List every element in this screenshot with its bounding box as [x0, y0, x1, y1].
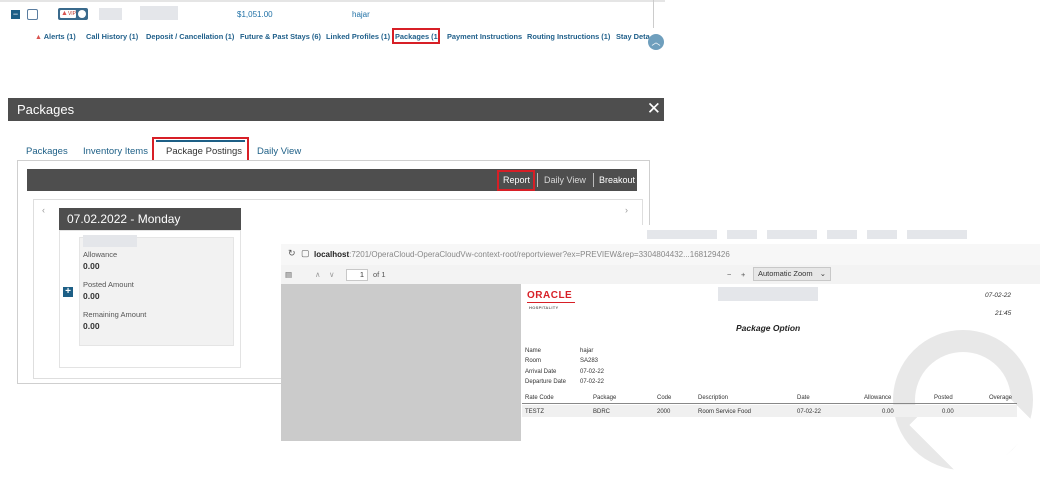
zoom-select[interactable]: Automatic Zoom ⌄ — [753, 267, 831, 281]
column-header: Posted — [934, 395, 953, 401]
tab-future-past-stays[interactable]: Future & Past Stays (6) — [240, 32, 321, 41]
table-cell: 0.00 — [882, 409, 894, 415]
field-label: Room — [525, 358, 542, 364]
table-cell: Room Service Food — [698, 409, 752, 415]
sidebar-toggle-icon[interactable]: ▤ — [285, 270, 292, 279]
allowance-label: Allowance — [83, 250, 118, 259]
info-icon — [78, 10, 86, 18]
table-cell: 2000 — [657, 409, 671, 415]
tab-inventory-items[interactable]: Inventory Items — [83, 146, 148, 157]
table-cell: TESTZ — [525, 409, 544, 415]
date-label: 07.02.2022 - Monday — [67, 212, 181, 226]
tab-routing-instructions[interactable]: Routing Instructions (1) — [527, 32, 610, 41]
redacted-field — [727, 230, 757, 239]
table-cell: 0.00 — [942, 409, 954, 415]
row-checkbox[interactable] — [27, 9, 38, 20]
url-text[interactable]: localhost:7201/OperaCloud-OperaCloudVw-c… — [314, 250, 730, 259]
posted-amount-value: 0.00 — [83, 291, 100, 301]
guest-name[interactable]: hajar — [352, 10, 370, 19]
chevron-right-icon[interactable]: › — [625, 205, 628, 215]
date-header: 07.02.2022 - Monday — [59, 208, 241, 230]
report-title: Package Option — [736, 323, 801, 333]
reload-icon[interactable]: ↻ — [288, 248, 296, 259]
alert-icon: ▲VIP — [60, 10, 76, 18]
zoom-out-icon[interactable]: − — [727, 270, 731, 279]
posted-amount-label: Posted Amount — [83, 280, 134, 289]
tab-call-history[interactable]: Call History (1) — [86, 32, 138, 41]
redacted-field — [767, 230, 817, 239]
oracle-logo-subtitle: HOSPITALITY — [529, 305, 559, 310]
browser-tab-bar — [281, 225, 1040, 245]
tab-deposit-cancellation[interactable]: Deposit / Cancellation (1) — [146, 32, 234, 41]
field-label: Name — [525, 348, 542, 354]
remaining-amount-label: Remaining Amount — [83, 310, 147, 319]
highlight-box — [497, 170, 535, 191]
field-value: 07-02-22 — [580, 369, 605, 375]
divider — [653, 0, 654, 28]
pdf-viewer-background — [281, 284, 521, 441]
redacted-field — [99, 8, 122, 20]
redacted-field — [827, 230, 857, 239]
field-value: hajar — [580, 348, 594, 354]
chevron-left-icon[interactable]: ‹ — [42, 205, 45, 215]
tab-stay-details[interactable]: Stay Deta — [616, 32, 650, 41]
tab-payment-instructions[interactable]: Payment Instructions — [447, 32, 522, 41]
next-page-icon[interactable]: ∨ — [329, 270, 335, 279]
column-header: Allowance — [864, 395, 892, 401]
column-header: Overage — [989, 395, 1013, 401]
pdf-toolbar: ▤ ∧ ∨ of 1 − + — [281, 265, 1040, 285]
divider — [0, 0, 665, 2]
column-header: Package — [593, 395, 617, 401]
tab-daily-view[interactable]: Daily View — [257, 146, 301, 157]
remaining-amount-value: 0.00 — [83, 321, 100, 331]
redacted-field — [867, 230, 897, 239]
report-date: 07-02-22 — [985, 292, 1012, 299]
breakout-button[interactable]: Breakout — [599, 175, 635, 185]
reservation-row: − ▲VIP $1,051.00 hajar ▲ Alerts (1) Call… — [0, 0, 665, 50]
vip-badge: ▲VIP — [58, 8, 88, 20]
divider — [522, 403, 1017, 404]
redacted-field — [647, 230, 717, 239]
chevron-up-icon[interactable]: ︿ — [648, 34, 664, 50]
column-header: Date — [797, 395, 810, 401]
tab-linked-profiles[interactable]: Linked Profiles (1) — [326, 32, 390, 41]
previous-page-icon[interactable]: ∧ — [315, 270, 321, 279]
daily-view-button[interactable]: Daily View — [544, 175, 586, 185]
column-header: Rate Code — [525, 395, 554, 401]
page-icon: ▢ — [301, 248, 310, 258]
address-bar: ↻ ▢ localhost:7201/OperaCloud-OperaCloud… — [281, 244, 1040, 266]
redacted-field — [140, 6, 178, 20]
divider — [537, 173, 538, 187]
balance-amount: $1,051.00 — [237, 10, 273, 19]
redacted-field — [718, 287, 818, 301]
tab-packages-list[interactable]: Packages — [26, 146, 68, 157]
field-value: SA283 — [580, 358, 599, 364]
dialog-titlebar: Packages ✕ — [8, 98, 664, 121]
field-label: Arrival Date — [525, 369, 557, 375]
report-time: 21:45 — [995, 310, 1012, 317]
allowance-value: 0.00 — [83, 261, 100, 271]
table-cell: 07-02-22 — [797, 409, 822, 415]
column-header: Description — [698, 395, 729, 401]
zoom-in-icon[interactable]: + — [741, 270, 745, 279]
divider — [593, 173, 594, 187]
redacted-field — [907, 230, 967, 239]
column-header: Code — [657, 395, 672, 401]
chevron-down-icon: ⌄ — [819, 269, 826, 278]
plus-icon[interactable]: + — [63, 287, 73, 297]
close-icon[interactable]: ✕ — [647, 99, 661, 119]
field-label: Departure Date — [525, 379, 567, 385]
page-number-input[interactable]: 1 — [346, 269, 368, 281]
table-cell: BDRC — [593, 409, 611, 415]
collapse-icon[interactable]: − — [11, 10, 20, 19]
field-value: 07-02-22 — [580, 379, 605, 385]
redacted-field — [83, 235, 137, 247]
tab-alerts[interactable]: ▲ Alerts (1) — [35, 32, 76, 41]
dialog-title: Packages — [17, 102, 75, 117]
oracle-logo: ORACLE — [527, 290, 575, 303]
highlight-box — [392, 28, 440, 44]
warning-icon: ▲ — [35, 34, 42, 41]
postings-toolbar: Report Daily View Breakout — [27, 169, 637, 191]
page-count: of 1 — [373, 270, 386, 279]
